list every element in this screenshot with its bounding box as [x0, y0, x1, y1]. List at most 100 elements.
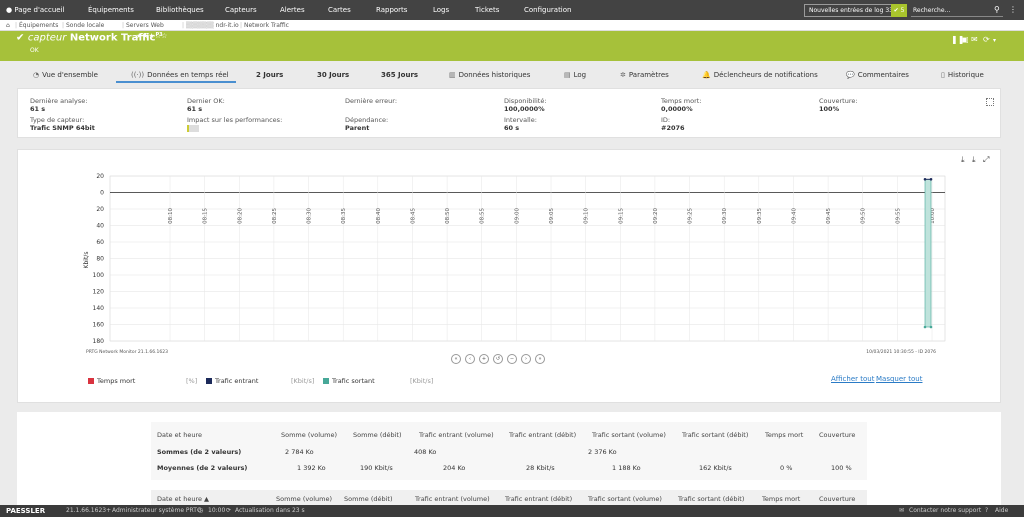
tab-overview[interactable]: ◔ Vue d'ensemble: [33, 69, 98, 83]
reset-button[interactable]: ↺: [493, 354, 503, 364]
x-tick-label: 08:30: [307, 208, 313, 224]
menu-icon[interactable]: ⋮: [1009, 5, 1017, 14]
refresh-countdown[interactable]: Actualisation dans 23 s: [235, 505, 305, 517]
x-tick-label: 08:35: [341, 208, 347, 224]
first-page-button[interactable]: «: [451, 354, 461, 364]
tab-comments[interactable]: 💬 Commentaires: [846, 69, 909, 83]
tab-2-days[interactable]: 2 Jours: [256, 69, 283, 83]
sort-date-header[interactable]: Date et heure ▲: [157, 495, 209, 503]
qr-code-icon[interactable]: [986, 98, 994, 106]
nav-configuration[interactable]: Configuration: [524, 0, 571, 20]
zoom-in-button[interactable]: +: [479, 354, 489, 364]
x-tick-label: 09:10: [584, 208, 590, 224]
nav-equipements[interactable]: Équipements: [88, 0, 134, 20]
tab-log[interactable]: ▤ Log: [564, 69, 586, 83]
gauge-icon: ◔: [33, 71, 40, 79]
nav-logs[interactable]: Logs: [433, 0, 449, 20]
nav-tickets[interactable]: Tickets: [475, 0, 499, 20]
new-log-entries-button[interactable]: Nouvelles entrées de log 33: [804, 4, 898, 17]
downtime-value: 0,0000%: [661, 105, 693, 113]
legend-trafic-entrant[interactable]: Trafic entrant: [206, 377, 258, 385]
y-tick-label: 100: [93, 272, 105, 279]
x-tick-label: 09:15: [618, 208, 624, 224]
x-tick-label: 08:25: [272, 208, 278, 224]
legend-trafic-sortant[interactable]: Trafic sortant: [323, 377, 375, 385]
summary-table: Date et heure Somme (volume) Somme (débi…: [151, 422, 867, 480]
nav-alertes[interactable]: Alertes: [280, 0, 305, 20]
checkbox-icon[interactable]: [206, 378, 212, 384]
last-page-button[interactable]: »: [535, 354, 545, 364]
help-link[interactable]: Aide: [995, 505, 1008, 517]
contact-support-link[interactable]: Contacter notre support: [909, 505, 981, 517]
check-icon: ✔: [16, 32, 28, 44]
tab-30-days[interactable]: 30 Jours: [317, 69, 349, 83]
legend-temps-mort[interactable]: Temps mort: [88, 377, 135, 385]
chart-marks: [923, 178, 933, 329]
show-all-link[interactable]: Afficher tout: [831, 375, 874, 383]
y-tick-label: 160: [93, 322, 105, 329]
tab-notification-triggers[interactable]: 🔔 Déclencheurs de notifications: [702, 69, 818, 83]
brand-logo: PAESSLER: [6, 507, 46, 515]
tab-bar: ◔ Vue d'ensemble ((·)) Données en temps ré…: [0, 66, 1024, 84]
help-icon: ?: [985, 507, 989, 514]
data-table-header: Date et heure ▲ Somme (volume) Somme (dé…: [151, 490, 867, 505]
nav-rapports[interactable]: Rapports: [376, 0, 407, 20]
trafic-sortant-area: [924, 178, 932, 328]
comment-icon: 💬: [846, 71, 855, 79]
x-tick-label: 09:30: [722, 208, 728, 224]
next-button[interactable]: ›: [521, 354, 531, 364]
dependency-value[interactable]: Parent: [345, 124, 369, 132]
report-icon[interactable]: ▣: [961, 35, 969, 44]
mail-icon[interactable]: ✉: [971, 35, 978, 44]
trafic-entrant-point: [923, 178, 927, 181]
home-link[interactable]: ● Page d'accueil: [6, 0, 65, 20]
tab-historic-data[interactable]: ▥ Données historiques: [449, 69, 530, 83]
y-tick-label: 40: [96, 223, 104, 230]
home-crumb-icon[interactable]: ⌂: [6, 20, 10, 31]
priority-stars[interactable]: ★★★☆☆: [136, 32, 167, 40]
y-axis-label: Kbit/s: [83, 252, 90, 269]
x-tick-label: 08:50: [445, 208, 451, 224]
user-link[interactable]: Administrateur système PRTG: [112, 505, 202, 517]
y-tick-label: 0: [100, 190, 104, 197]
sensor-type-value: Trafic SNMP 64bit: [30, 124, 95, 132]
previous-button[interactable]: ‹: [465, 354, 475, 364]
breadcrumb-servers-web[interactable]: Servers Web: [126, 20, 164, 31]
uptime-value: 100,0000%: [504, 105, 545, 113]
status-footer: PAESSLER 21.1.66.1623+ Administrateur sy…: [0, 505, 1024, 517]
tab-live-data[interactable]: ((·)) Données en temps réel: [116, 69, 236, 83]
nav-capteurs[interactable]: Capteurs: [225, 0, 257, 20]
search-icon[interactable]: ⚲: [994, 5, 1000, 14]
y-tick-label: 120: [93, 289, 105, 296]
live-chart-panel: ⤓ ⤓ ⤢ 20 0 20 40 60 80 100 120 140 160 180 08:10 08…: [17, 149, 1001, 403]
hide-all-link[interactable]: Masquer tout: [876, 375, 922, 383]
search-input[interactable]: Recherche...: [911, 4, 1003, 17]
alarm-count-badge[interactable]: ✔ 5: [891, 4, 907, 17]
y-tick-label: 20: [96, 173, 104, 180]
refresh-icon[interactable]: ⟳: [983, 35, 990, 44]
interval-value: 60 s: [504, 124, 520, 132]
chevron-down-icon[interactable]: ▾: [993, 37, 996, 44]
sums-row-label: Sommes (de 2 valeurs): [157, 448, 242, 456]
x-tick-label: 09:50: [861, 208, 867, 224]
y-tick-label: 20: [96, 206, 104, 213]
gear-icon: ✲: [620, 71, 626, 79]
breadcrumb-sensor[interactable]: Network Traffic: [244, 20, 289, 31]
clock-icon: ◷: [198, 507, 204, 514]
tab-365-days[interactable]: 365 Jours: [381, 69, 418, 83]
breadcrumb-device[interactable]: ▒▒▒▒▒▒ ndr-it.io: [186, 20, 239, 31]
checkbox-icon[interactable]: [323, 378, 329, 384]
id-value: #2076: [661, 124, 685, 132]
breadcrumb-equipements[interactable]: Équipements: [19, 20, 58, 31]
checkbox-icon[interactable]: [88, 378, 94, 384]
nav-cartes[interactable]: Cartes: [328, 0, 351, 20]
zoom-out-button[interactable]: −: [507, 354, 517, 364]
breadcrumb-sonde-locale[interactable]: Sonde locale: [66, 20, 104, 31]
x-tick-label: 08:55: [480, 208, 486, 224]
tab-history[interactable]: ▯ Historique: [941, 69, 984, 83]
live-icon: ((·)): [131, 71, 145, 79]
tab-settings[interactable]: ✲ Paramètres: [620, 69, 669, 83]
y-tick-label: 60: [96, 239, 104, 246]
nav-bibliotheques[interactable]: Bibliothèques: [156, 0, 204, 20]
trafic-sortant-point: [923, 325, 927, 329]
